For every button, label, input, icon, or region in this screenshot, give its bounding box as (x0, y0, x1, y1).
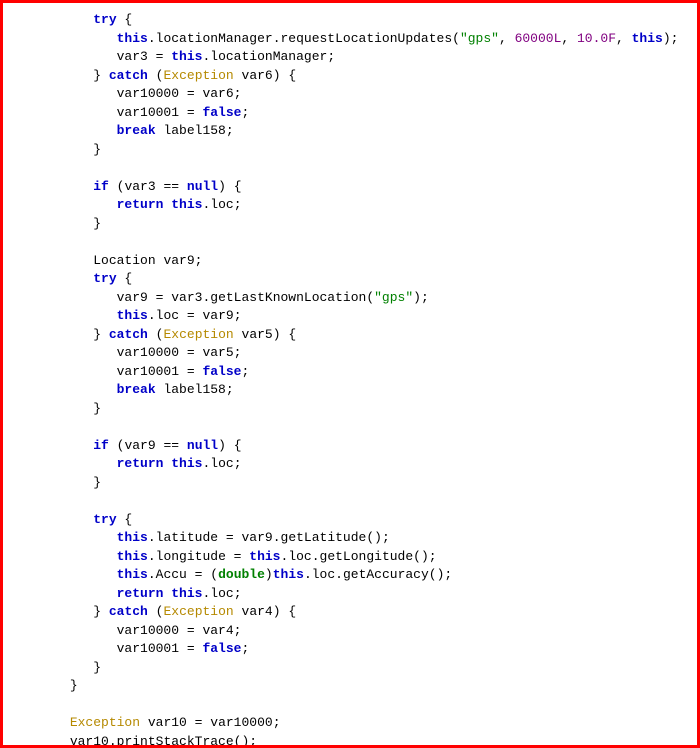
code-frame: try { this.locationManager.requestLocati… (0, 0, 700, 748)
blank-line (23, 493, 31, 508)
line: Location var9; (23, 253, 202, 268)
line: } catch (Exception var6) { (23, 68, 296, 83)
line: return this.loc; (23, 456, 242, 471)
line: var10000 = var6; (23, 86, 241, 101)
line: Exception var10 = var10000; (23, 715, 281, 730)
line: var10001 = false; (23, 641, 249, 656)
line: } catch (Exception var5) { (23, 327, 296, 342)
line: break label158; (23, 123, 234, 138)
blank-line (23, 234, 31, 249)
line: } (23, 216, 101, 231)
line: if (var9 == null) { (23, 438, 242, 453)
line: return this.loc; (23, 197, 242, 212)
line: this.latitude = var9.getLatitude(); (23, 530, 390, 545)
line: var10000 = var4; (23, 623, 241, 638)
code-block: try { this.locationManager.requestLocati… (23, 11, 677, 748)
line: this.locationManager.requestLocationUpda… (23, 31, 678, 46)
line: if (var3 == null) { (23, 179, 242, 194)
line: } (23, 678, 78, 693)
line: var10000 = var5; (23, 345, 241, 360)
line: } (23, 660, 101, 675)
line: try { (23, 512, 132, 527)
line: } (23, 475, 101, 490)
line: } (23, 142, 101, 157)
line: } catch (Exception var4) { (23, 604, 296, 619)
line: var10001 = false; (23, 105, 249, 120)
blank-line (23, 160, 31, 175)
line: this.longitude = this.loc.getLongitude()… (23, 549, 437, 564)
line: var10001 = false; (23, 364, 249, 379)
line: this.Accu = (double)this.loc.getAccuracy… (23, 567, 452, 582)
line: var10.printStackTrace(); (23, 734, 257, 748)
line: try { (23, 271, 132, 286)
blank-line (23, 697, 31, 712)
line: this.loc = var9; (23, 308, 242, 323)
line: return this.loc; (23, 586, 242, 601)
line: try { (23, 12, 132, 27)
blank-line (23, 419, 31, 434)
line: break label158; (23, 382, 234, 397)
line: } (23, 401, 101, 416)
line: var9 = var3.getLastKnownLocation("gps"); (23, 290, 429, 305)
line: var3 = this.locationManager; (23, 49, 335, 64)
